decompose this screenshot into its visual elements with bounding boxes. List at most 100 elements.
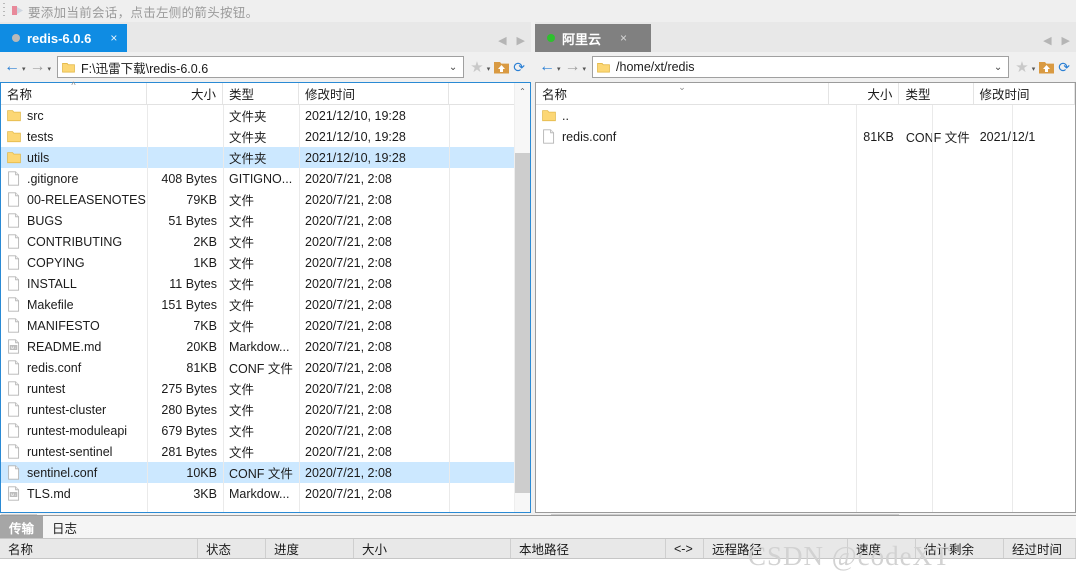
favorite-dropdown-icon[interactable]: ▾ (1032, 65, 1036, 73)
tab-log[interactable]: 日志 (43, 516, 86, 538)
cell-type: 文件 (229, 383, 255, 397)
transfer-list-body[interactable] (0, 559, 1076, 578)
local-addressbar: ← ▾ → ▾ F:\迅雷下载\redis-6.0.6 ⌄ ★ ▾ ⟳ (0, 52, 531, 82)
file-name-label: src (27, 108, 44, 123)
remote-rows-area[interactable]: .. redis.conf 81KB CONF 文件 2021/12/1 (536, 105, 1075, 512)
up-folder-icon[interactable] (1038, 60, 1055, 75)
table-row[interactable]: M↓ TLS.md 3KB Markdow... 2020/7/21, 2:08 (1, 483, 530, 504)
table-row[interactable]: Makefile 151 Bytes 文件 2020/7/21, 2:08 (1, 294, 530, 315)
cell-name: runtest-moduleapi (1, 423, 147, 438)
folder-icon (7, 152, 21, 164)
back-dropdown-icon[interactable]: ▾ (22, 65, 26, 73)
table-row[interactable]: COPYING 1KB 文件 2020/7/21, 2:08 (1, 252, 530, 273)
cell-type: GITIGNO... (229, 171, 293, 186)
cell-size: 81KB (863, 129, 894, 144)
column-header-name[interactable]: 名称 ⌄ (536, 82, 829, 104)
transfer-column-header[interactable]: 名称 (0, 539, 198, 558)
cell-size: 10KB (186, 465, 217, 480)
transfer-column-header[interactable]: 速度 (848, 539, 916, 558)
transfer-column-header[interactable]: 大小 (354, 539, 511, 558)
transfer-column-header[interactable]: 状态 (198, 539, 266, 558)
forward-dropdown-icon[interactable]: ▾ (583, 65, 587, 73)
local-vertical-scrollbar[interactable]: ⌃ ⌄ (514, 83, 530, 512)
tab-next-icon[interactable]: ▶ (1062, 36, 1070, 47)
local-path-input[interactable]: F:\迅雷下载\redis-6.0.6 ⌄ (57, 56, 465, 78)
table-row[interactable]: runtest-moduleapi 679 Bytes 文件 2020/7/21, 2… (1, 420, 530, 441)
file-icon (8, 360, 20, 375)
table-row[interactable]: utils 文件夹 2021/12/10, 19:28 (1, 147, 530, 168)
table-row[interactable]: sentinel.conf 10KB CONF 文件 2020/7/21, 2:08 (1, 462, 530, 483)
local-rows-area[interactable]: src 文件夹 2021/12/10, 19:28 tests 文件夹 2021/12/1… (1, 105, 530, 512)
table-row[interactable]: tests 文件夹 2021/12/10, 19:28 (1, 126, 530, 147)
transfer-column-header[interactable]: 远程路径 (704, 539, 848, 558)
forward-dropdown-icon[interactable]: ▾ (48, 65, 52, 73)
favorite-star-icon[interactable]: ★ (1015, 60, 1028, 75)
column-header-type[interactable]: 类型 (899, 83, 974, 104)
folder-icon (597, 62, 610, 72)
tab-next-icon[interactable]: ▶ (517, 36, 525, 47)
table-row[interactable]: MANIFESTO 7KB 文件 2020/7/21, 2:08 (1, 315, 530, 336)
table-row[interactable]: src 文件夹 2021/12/10, 19:28 (1, 105, 530, 126)
table-row[interactable]: 00-RELEASENOTES 79KB 文件 2020/7/21, 2:08 (1, 189, 530, 210)
table-row[interactable]: .. (536, 105, 1075, 126)
remote-back-button[interactable]: ← ▾ (537, 59, 563, 75)
table-row[interactable]: runtest-cluster 280 Bytes 文件 2020/7/21, 2:0… (1, 399, 530, 420)
cell-type: 文件 (229, 215, 255, 229)
remote-forward-button[interactable]: → ▾ (563, 59, 589, 75)
cell-type: Markdow... (229, 339, 290, 354)
table-row[interactable]: M↓ README.md 20KB Markdow... 2020/7/21, 2:08 (1, 336, 530, 357)
column-header-size[interactable]: 大小 (829, 83, 900, 104)
tab-prev-icon[interactable]: ◀ (498, 36, 506, 47)
column-header-size[interactable]: 大小 (147, 83, 223, 104)
file-name-label: INSTALL (27, 276, 77, 291)
cell-name: .. (536, 108, 830, 123)
transfer-column-header[interactable]: 估计剩余 (916, 539, 1004, 558)
column-header-date[interactable]: 修改时间 (974, 83, 1076, 104)
tab-close-icon[interactable]: × (110, 32, 117, 44)
table-row[interactable]: BUGS 51 Bytes 文件 2020/7/21, 2:08 (1, 210, 530, 231)
cell-date: 2020/7/21, 2:08 (305, 402, 392, 417)
chevron-down-icon[interactable]: ⌄ (449, 62, 459, 73)
column-header-name[interactable]: 名称 ^ (1, 80, 147, 104)
column-header-type[interactable]: 类型 (223, 83, 299, 104)
cell-date: 2020/7/21, 2:08 (305, 297, 392, 312)
refresh-icon[interactable]: ⟳ (1058, 60, 1070, 74)
local-forward-button[interactable]: → ▾ (28, 59, 54, 75)
tab-prev-icon[interactable]: ◀ (1043, 36, 1051, 47)
transfer-column-header[interactable]: <-> (666, 539, 704, 558)
column-header-size-label: 大小 (867, 88, 893, 102)
transfer-column-header[interactable]: 本地路径 (511, 539, 666, 558)
file-name-label: tests (27, 129, 54, 144)
favorite-dropdown-icon[interactable]: ▾ (487, 65, 491, 73)
cell-size: 20KB (186, 339, 217, 354)
chevron-down-icon[interactable]: ⌄ (994, 62, 1004, 73)
column-header-date[interactable]: 修改时间 (299, 83, 449, 104)
table-row[interactable]: runtest-sentinel 281 Bytes 文件 2020/7/21, 2:… (1, 441, 530, 462)
tab-aliyun[interactable]: 阿里云 × (535, 24, 651, 52)
up-folder-icon[interactable] (493, 60, 510, 75)
tab-redis-606[interactable]: redis-6.0.6 × (0, 24, 128, 52)
table-row[interactable]: redis.conf 81KB CONF 文件 2021/12/1 (536, 126, 1075, 147)
tab-label: 阿里云 (562, 31, 602, 47)
table-row[interactable]: runtest 275 Bytes 文件 2020/7/21, 2:08 (1, 378, 530, 399)
table-row[interactable]: redis.conf 81KB CONF 文件 2020/7/21, 2:08 (1, 357, 530, 378)
table-row[interactable]: INSTALL 11 Bytes 文件 2020/7/21, 2:08 (1, 273, 530, 294)
file-icon (8, 402, 20, 417)
local-back-button[interactable]: ← ▾ (2, 59, 28, 75)
cell-name: redis.conf (1, 360, 147, 375)
refresh-icon[interactable]: ⟳ (513, 60, 525, 74)
back-dropdown-icon[interactable]: ▾ (557, 65, 561, 73)
scroll-up-icon[interactable]: ⌃ (515, 83, 530, 99)
table-row[interactable]: .gitignore 408 Bytes GITIGNO... 2020/7/21, … (1, 168, 530, 189)
tab-transfers[interactable]: 传输 (0, 516, 44, 538)
remote-addressbar: ← ▾ → ▾ /home/xt/redis ⌄ ★ ▾ ⟳ (535, 52, 1076, 82)
favorite-star-icon[interactable]: ★ (470, 60, 483, 75)
cell-name: M↓ README.md (1, 339, 147, 354)
remote-path-input[interactable]: /home/xt/redis ⌄ (592, 56, 1010, 78)
scroll-thumb[interactable] (515, 153, 530, 493)
folder-icon (62, 62, 75, 72)
transfer-column-header[interactable]: 进度 (266, 539, 354, 558)
tab-close-icon[interactable]: × (620, 32, 627, 44)
transfer-column-header[interactable]: 经过时间 (1004, 539, 1076, 558)
table-row[interactable]: CONTRIBUTING 2KB 文件 2020/7/21, 2:08 (1, 231, 530, 252)
